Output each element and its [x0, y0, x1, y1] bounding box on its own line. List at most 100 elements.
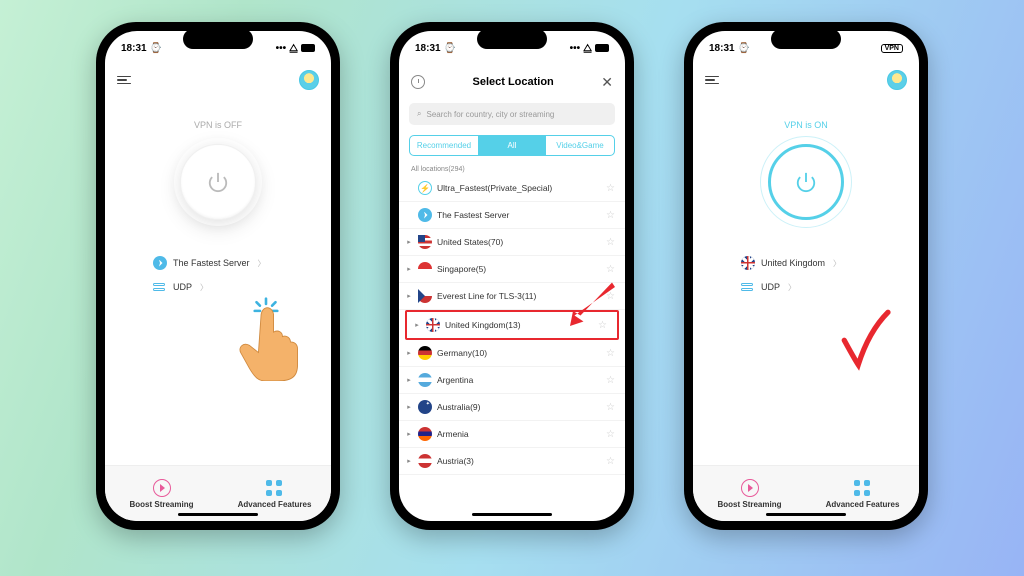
location-row[interactable]: ▸Australia(9)☆ — [399, 394, 625, 421]
power-button-on[interactable] — [768, 144, 844, 220]
protocol-name: UDP — [173, 282, 192, 292]
server-name: United Kingdom — [761, 258, 825, 268]
protocol-row[interactable]: UDP 〉 — [153, 280, 208, 294]
app-header — [693, 65, 919, 95]
server-icon — [153, 256, 167, 270]
close-icon[interactable]: ✕ — [601, 74, 613, 91]
vpn-status-label: VPN is OFF — [194, 120, 242, 130]
location-row[interactable]: ▸Singapore(5)☆ — [399, 256, 625, 283]
favorite-star-icon[interactable]: ☆ — [606, 264, 615, 275]
flag-icon — [418, 346, 432, 360]
location-list[interactable]: Ultra_Fastest(Private_Special)☆The Faste… — [399, 175, 625, 521]
location-row[interactable]: ▸Everest Line for TLS-3(11)☆ — [399, 283, 625, 310]
location-name: Argentina — [437, 375, 601, 385]
flag-icon — [418, 235, 432, 249]
favorite-star-icon[interactable]: ☆ — [606, 348, 615, 359]
status-right: VPN — [881, 44, 903, 53]
expand-icon: ▸ — [405, 349, 413, 357]
page-header: Select Location ✕ — [399, 65, 625, 99]
tab-recommended[interactable]: Recommended — [410, 136, 478, 155]
power-button-off[interactable] — [180, 144, 256, 220]
chevron-icon: 〉 — [788, 282, 796, 293]
signal-icon: ••• — [570, 43, 581, 54]
protocol-name: UDP — [761, 282, 780, 292]
power-icon — [207, 171, 229, 193]
signal-icon: ••• — [276, 43, 287, 54]
status-time: 18:31 — [415, 43, 441, 54]
vpn-badge-icon: VPN — [881, 44, 903, 53]
phone-frame-1: 18:31⌚ ••• ⧋ VPN is OFF The Fastest Serv… — [96, 22, 340, 530]
status-time: 18:31 — [709, 43, 735, 54]
play-icon — [153, 479, 171, 497]
location-row[interactable]: ▸ Austria(3) ☆ — [399, 448, 625, 475]
history-icon[interactable] — [411, 75, 425, 89]
alarm-icon: ⌚ — [150, 43, 162, 54]
home-indicator — [472, 513, 552, 516]
screen-off-state: 18:31⌚ ••• ⧋ VPN is OFF The Fastest Serv… — [105, 31, 331, 521]
expand-icon: ▸ — [405, 265, 413, 273]
tab-all[interactable]: All — [478, 136, 546, 155]
protocol-icon — [741, 280, 755, 294]
location-row[interactable]: ▸ Germany(10) ☆ — [399, 340, 625, 367]
battery-icon — [595, 44, 609, 52]
expand-icon: ▸ — [405, 376, 413, 384]
flag-icon — [418, 262, 432, 276]
favorite-star-icon[interactable]: ☆ — [598, 320, 607, 331]
page-title: Select Location — [472, 76, 553, 88]
flag-icon — [426, 318, 440, 332]
avatar[interactable] — [887, 70, 907, 90]
favorite-star-icon[interactable]: ☆ — [606, 237, 615, 248]
favorite-star-icon[interactable]: ☆ — [606, 210, 615, 221]
search-input[interactable]: ⌕ Search for country, city or streaming — [409, 103, 615, 125]
location-row[interactable]: ▸United States(70)☆ — [399, 229, 625, 256]
location-row[interactable]: ▸Armenia☆ — [399, 421, 625, 448]
flag-icon — [418, 427, 432, 441]
app-header — [105, 65, 331, 95]
expand-icon: ▸ — [405, 403, 413, 411]
favorite-star-icon[interactable]: ☆ — [606, 291, 615, 302]
location-name: Ultra_Fastest(Private_Special) — [437, 183, 601, 193]
favorite-star-icon[interactable]: ☆ — [606, 429, 615, 440]
chevron-icon: 〉 — [200, 282, 208, 293]
server-name: The Fastest Server — [173, 258, 250, 268]
avatar[interactable] — [299, 70, 319, 90]
home-indicator — [766, 513, 846, 516]
expand-icon: ▸ — [413, 321, 421, 329]
server-row[interactable]: The Fastest Server 〉 — [153, 256, 266, 270]
protocol-icon — [153, 280, 167, 294]
favorite-star-icon[interactable]: ☆ — [606, 183, 615, 194]
location-name: Germany(10) — [437, 348, 601, 358]
location-name: Austria(3) — [437, 456, 601, 466]
wifi-icon: ⧋ — [583, 43, 592, 54]
favorite-star-icon[interactable]: ☆ — [606, 456, 615, 467]
screen-location-list: 18:31⌚ ••• ⧋ Select Location ✕ ⌕ Search … — [399, 31, 625, 521]
favorite-star-icon[interactable]: ☆ — [606, 375, 615, 386]
battery-icon — [301, 44, 315, 52]
bottom-label: Advanced Features — [238, 500, 312, 509]
favorite-star-icon[interactable]: ☆ — [606, 402, 615, 413]
search-placeholder: Search for country, city or streaming — [426, 110, 554, 119]
search-icon: ⌕ — [417, 109, 421, 119]
menu-icon[interactable] — [705, 76, 719, 85]
location-row[interactable]: Ultra_Fastest(Private_Special) ☆ — [399, 175, 625, 202]
alarm-icon: ⌚ — [738, 43, 750, 54]
protocol-row[interactable]: UDP 〉 — [741, 280, 796, 294]
location-row[interactable]: The Fastest Server☆ — [399, 202, 625, 229]
menu-icon[interactable] — [117, 76, 131, 85]
server-row[interactable]: United Kingdom 〉 — [741, 256, 841, 270]
flag-icon — [418, 400, 432, 414]
notch — [771, 29, 841, 49]
notch — [183, 29, 253, 49]
tab-video-game[interactable]: Video&Game — [546, 136, 614, 155]
grid-icon — [266, 479, 284, 497]
phone-frame-2: 18:31⌚ ••• ⧋ Select Location ✕ ⌕ Search … — [390, 22, 634, 530]
bottom-label: Advanced Features — [826, 500, 900, 509]
location-row[interactable]: ▸ United Kingdom(13) ☆ — [405, 310, 619, 340]
flag-icon — [418, 208, 432, 222]
location-row[interactable]: ▸ Argentina ☆ — [399, 367, 625, 394]
expand-icon: ▸ — [405, 238, 413, 246]
location-name: United Kingdom(13) — [445, 320, 593, 330]
section-label: All locations(294) — [399, 162, 625, 175]
expand-icon: ▸ — [405, 457, 413, 465]
chevron-icon: 〉 — [258, 258, 266, 269]
